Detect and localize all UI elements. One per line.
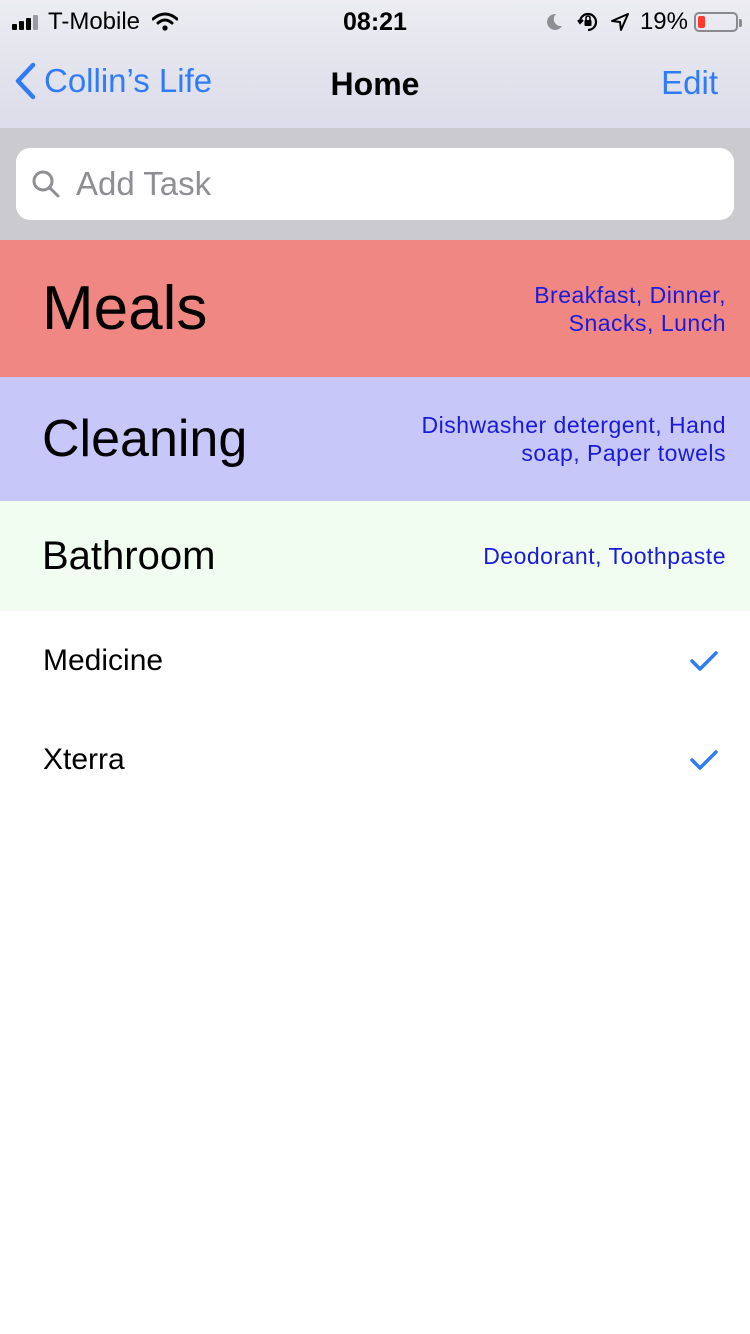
status-right-group: 19% (544, 8, 742, 36)
checkmark-icon (690, 749, 718, 771)
task-row-xterra[interactable]: Xterra (0, 710, 750, 810)
category-items: Breakfast, Dinner, Snacks, Lunch (534, 281, 726, 336)
moon-icon (544, 12, 564, 32)
battery-percent: 19% (639, 8, 688, 35)
task-label: Xterra (43, 743, 125, 776)
search-icon (30, 168, 62, 200)
category-name: Cleaning (42, 410, 248, 468)
battery-icon (694, 12, 742, 32)
category-items: Dishwasher detergent, Hand soap, Paper t… (421, 412, 726, 466)
task-label: Medicine (43, 644, 164, 677)
category-name: Meals (42, 274, 208, 343)
add-task-input[interactable] (74, 164, 678, 204)
category-meals[interactable]: Meals Breakfast, Dinner, Snacks, Lunch (0, 240, 750, 377)
checkmark-icon (690, 650, 718, 672)
category-bathroom[interactable]: Bathroom Deodorant, Toothpaste (0, 501, 750, 611)
category-cleaning[interactable]: Cleaning Dishwasher detergent, Hand soap… (0, 377, 750, 501)
category-name: Bathroom (42, 533, 216, 578)
navigation-bar: Collin’s Life Home Edit (0, 42, 750, 128)
location-icon (610, 12, 630, 32)
edit-button[interactable]: Edit (661, 64, 718, 102)
rotation-lock-icon (576, 10, 600, 34)
status-bar: T-Mobile 08:21 19% (0, 0, 750, 42)
search-bar (0, 128, 750, 240)
page-title: Home (330, 66, 420, 102)
search-field[interactable] (16, 148, 734, 220)
category-items: Deodorant, Toothpaste (483, 543, 726, 569)
task-row-medicine[interactable]: Medicine (0, 611, 750, 711)
top-bar: T-Mobile 08:21 19% Collin’s Life Home Ed… (0, 0, 750, 128)
